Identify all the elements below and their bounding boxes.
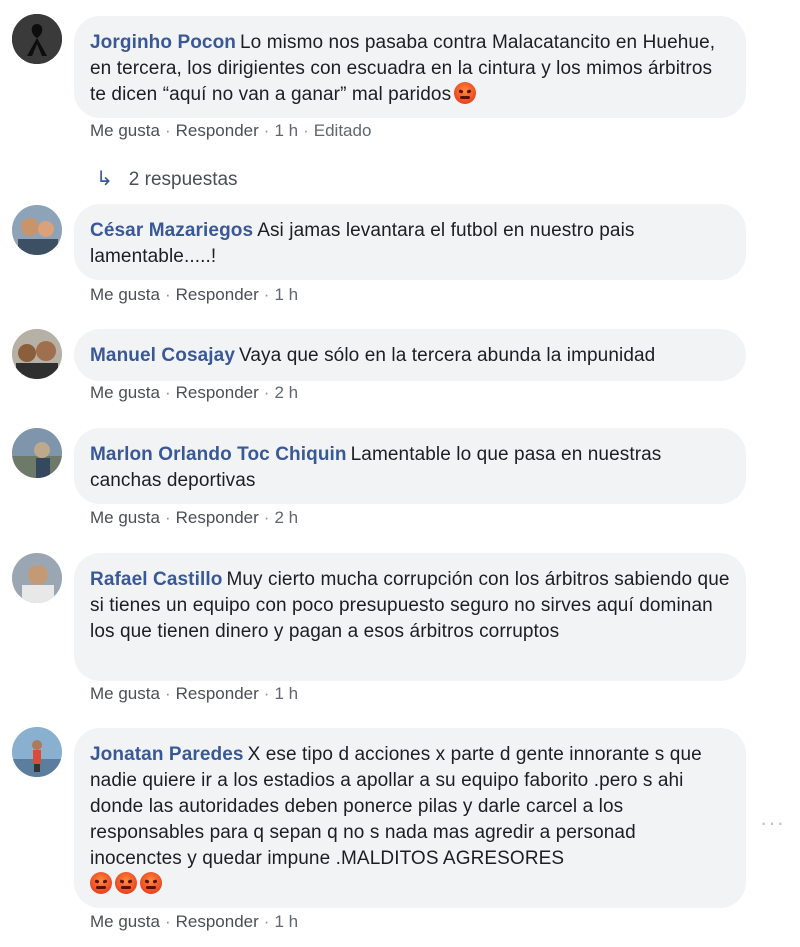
like-link[interactable]: Me gusta (90, 684, 160, 703)
reply-link[interactable]: Responder (176, 684, 259, 703)
avatar[interactable] (12, 329, 62, 379)
more-options-icon[interactable]: ··· (760, 810, 785, 836)
like-link[interactable]: Me gusta (90, 121, 160, 140)
angry-face-emoji-icon (454, 82, 477, 104)
avatar[interactable] (12, 428, 62, 478)
comment-bubble: Marlon Orlando Toc Chiquin Lamentable lo … (74, 428, 746, 504)
reply-link[interactable]: Responder (176, 383, 259, 402)
comment-author[interactable]: Marlon Orlando Toc Chiquin (90, 444, 347, 465)
comment-author[interactable]: Manuel Cosajay (90, 345, 235, 366)
comment-text: Vaya que sólo en la tercera abunda la im… (239, 345, 656, 366)
comment-author[interactable]: Jorginho Pocon (90, 32, 236, 53)
timestamp[interactable]: 2 h (274, 383, 298, 402)
comment-bubble: César Mazariegos Asi jamas levantara el f… (74, 204, 746, 280)
timestamp[interactable]: 1 h (274, 121, 298, 140)
comment-bubble: Manuel Cosajay Vaya que sólo en la tercer… (74, 329, 746, 381)
replies-count[interactable]: 2 respuestas (129, 169, 238, 190)
reply-link[interactable]: Responder (176, 121, 259, 140)
timestamp[interactable]: 2 h (274, 508, 298, 527)
avatar[interactable] (12, 727, 62, 777)
like-link[interactable]: Me gusta (90, 285, 160, 304)
edited-label[interactable]: Editado (314, 121, 372, 140)
like-link[interactable]: Me gusta (90, 508, 160, 527)
avatar[interactable] (12, 553, 62, 603)
view-replies-link[interactable]: ↳ 2 respuestas (96, 166, 238, 191)
comment-actions: Me gusta · Responder · 1 h (90, 285, 299, 304)
comment-author[interactable]: César Mazariegos (90, 220, 253, 241)
comment-actions: Me gusta · Responder · 2 h (90, 383, 299, 402)
comment-actions: Me gusta · Responder · 1 h (90, 912, 299, 931)
timestamp[interactable]: 1 h (274, 684, 298, 703)
comment-bubble: Jorginho Pocon Lo mismo nos pasaba contra… (74, 16, 746, 118)
comment-author[interactable]: Jonatan Paredes (90, 744, 244, 765)
avatar[interactable] (12, 205, 62, 255)
timestamp[interactable]: 1 h (274, 912, 298, 931)
comment-author[interactable]: Rafael Castillo (90, 569, 222, 590)
comment-bubble: Rafael Castillo Muy cierto mucha corrupci… (74, 553, 746, 681)
comment-bubble: Jonatan Paredes X ese tipo d acciones x p… (74, 728, 746, 908)
comment-actions: Me gusta · Responder · 2 h (90, 508, 299, 527)
reply-link[interactable]: Responder (176, 912, 259, 931)
angry-face-emoji-icon (90, 872, 112, 894)
angry-face-emoji-icon (140, 872, 162, 894)
like-link[interactable]: Me gusta (90, 383, 160, 402)
comment-actions: Me gusta · Responder · 1 h · Editado (90, 121, 372, 140)
reply-link[interactable]: Responder (176, 508, 259, 527)
avatar[interactable] (12, 14, 62, 64)
reply-arrow-icon: ↳ (96, 168, 113, 190)
reply-link[interactable]: Responder (176, 285, 259, 304)
timestamp[interactable]: 1 h (274, 285, 298, 304)
like-link[interactable]: Me gusta (90, 912, 160, 931)
angry-face-emoji-icon (115, 872, 137, 894)
comment-actions: Me gusta · Responder · 1 h (90, 684, 299, 703)
